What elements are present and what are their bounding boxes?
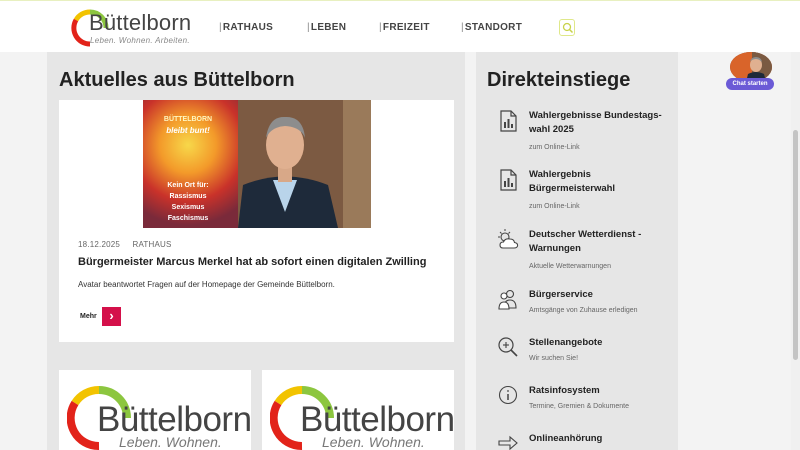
chevron-right-icon: › (109, 308, 114, 323)
entry-subtitle: zum Online-Link (529, 144, 580, 151)
document-chart-icon (500, 169, 517, 191)
news-meta: 18.12.2025 RATHAUS (78, 240, 172, 249)
poster-line: Faschismus (167, 215, 209, 222)
poster-line: Sexismus (171, 204, 205, 211)
news-heading: Aktuelles aus Büttelborn (59, 69, 295, 91)
nav-standort[interactable]: STANDORT (461, 22, 522, 33)
entry-title: Onlineanhörung (529, 433, 603, 444)
weather-icon (498, 229, 519, 249)
nav-freizeit[interactable]: FREIZEIT (379, 22, 430, 33)
entry-title: Ratsinfosystem (529, 385, 600, 396)
nav-rathaus[interactable]: RATHAUS (219, 22, 273, 33)
entry-title: Deutscher Wetterdienst - Warnungen (529, 229, 642, 254)
entry-stellenangebote[interactable]: Stellenangebote Wir suchen Sie! (497, 336, 667, 382)
entry-subtitle: Aktuelle Wetterwarnungen (529, 263, 611, 270)
logo-card-tagline: Leben. Wohnen. Arbeiten. (119, 434, 222, 450)
logo-tagline: Leben. Wohnen. Arbeiten. (90, 36, 190, 45)
logo-card[interactable]: Büttelborn Leben. Wohnen. Arbeiten. (262, 370, 455, 450)
poster-line: Kein Ort für: (167, 182, 209, 189)
chat-start-button[interactable]: Chat starten (726, 78, 774, 90)
news-card[interactable]: BÜTTELBORN bleibt bunt! Kein Ort für: Ra… (59, 100, 454, 342)
news-image: BÜTTELBORN bleibt bunt! Kein Ort für: Ra… (143, 100, 371, 228)
entry-subtitle: zum Online-Link (529, 203, 580, 210)
zoom-icon (498, 337, 518, 357)
news-title[interactable]: Bürgermeister Marcus Merkel hat ab sofor… (78, 256, 426, 268)
entry-ratsinfosystem[interactable]: Ratsinfosystem Termine, Gremien & Dokume… (497, 384, 667, 430)
entry-title: Bürgerservice (529, 289, 593, 300)
entry-title: Wahlergebnis Bürgermeisterwahl (529, 169, 616, 194)
news-teaser: Avatar beantwortet Fragen auf der Homepa… (78, 280, 335, 289)
entry-subtitle: Wir suchen Sie! (529, 355, 579, 362)
chat-widget[interactable]: Chat starten (726, 52, 774, 94)
poster-line: bleibt bunt! (166, 126, 210, 135)
info-icon (498, 385, 518, 405)
poster-line: Rassismus (169, 193, 207, 200)
direct-heading: Direkteinstiege (487, 69, 631, 91)
scrollbar-thumb[interactable] (793, 130, 798, 360)
entry-title: Wahlergebnisse Bundestags-wahl 2025 (529, 110, 662, 135)
entry-buergerservice[interactable]: Bürgerservice Amtsgänge von Zuhause erle… (497, 288, 667, 334)
entry-bundestagswahl[interactable]: Wahlergebnisse Bundestags-wahl 2025 zum … (497, 109, 667, 155)
poster-line: BÜTTELBORN (163, 116, 213, 123)
logo-card[interactable]: Büttelborn Leben. Wohnen. Arbeiten. (59, 370, 252, 450)
entry-wetterdienst[interactable]: Deutscher Wetterdienst - Warnungen Aktue… (497, 228, 667, 274)
more-label[interactable]: Mehr (80, 313, 97, 320)
nav-leben[interactable]: LEBEN (307, 22, 346, 33)
people-icon (498, 289, 517, 310)
more-button[interactable]: › (102, 307, 121, 326)
search-icon (562, 22, 574, 34)
document-chart-icon (500, 110, 517, 132)
site-logo[interactable]: Büttelborn Leben. Wohnen. Arbeiten. (70, 6, 192, 50)
entry-buergermeisterwahl[interactable]: Wahlergebnis Bürgermeisterwahl zum Onlin… (497, 168, 667, 214)
entry-subtitle: Amtsgänge von Zuhause erledigen (529, 307, 638, 314)
entry-onlineanhoerung[interactable]: Onlineanhörung (497, 432, 667, 450)
news-category[interactable]: RATHAUS (132, 240, 171, 249)
site-header: Büttelborn Leben. Wohnen. Arbeiten. RATH… (0, 0, 800, 52)
search-button[interactable] (559, 19, 575, 36)
entry-subtitle: Termine, Gremien & Dokumente (529, 403, 629, 410)
arrow-right-icon (498, 435, 518, 450)
news-date: 18.12.2025 (78, 240, 121, 249)
entry-title: Stellenangebote (529, 337, 603, 348)
logo-card-tagline: Leben. Wohnen. Arbeiten. (322, 434, 425, 450)
poster-text: BÜTTELBORN bleibt bunt! Kein Ort für: Ra… (148, 114, 228, 224)
logo-wordmark: Büttelborn (89, 10, 192, 35)
